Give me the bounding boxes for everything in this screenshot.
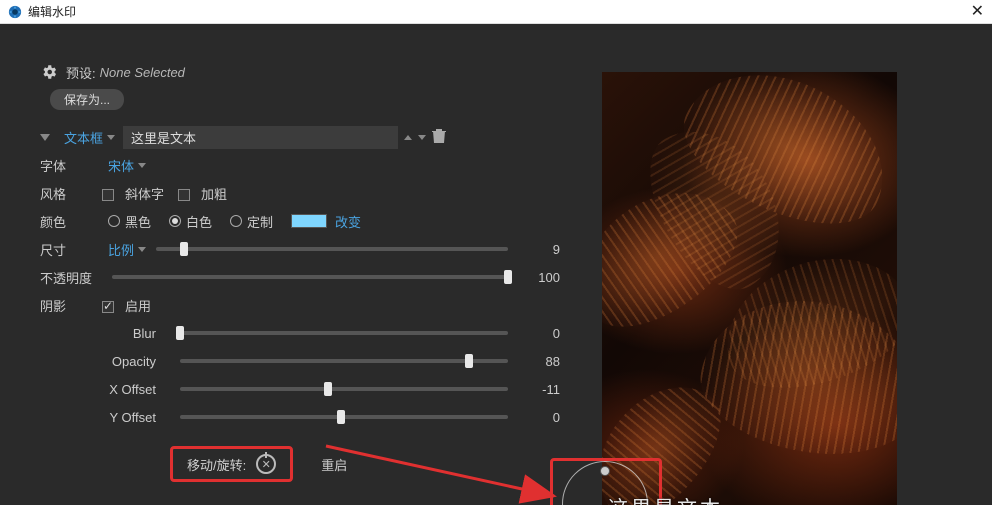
size-mode-dropdown[interactable]: 比例: [108, 240, 146, 259]
xoffset-slider[interactable]: [180, 387, 508, 391]
bold-checkbox[interactable]: 加粗: [178, 184, 241, 203]
restart-button[interactable]: 重启: [321, 455, 347, 474]
preset-value: None Selected: [100, 65, 185, 80]
shadow-opacity-value: 88: [518, 354, 560, 369]
color-custom-radio[interactable]: 定制: [230, 212, 273, 231]
move-rotate-label: 移动/旋转:: [187, 455, 246, 474]
color-label: 颜色: [40, 212, 102, 231]
italic-checkbox[interactable]: 斜体字: [102, 184, 178, 203]
watermark-text-input[interactable]: [123, 126, 398, 149]
shadow-label: 阴影: [40, 296, 102, 315]
shadow-enable-checkbox[interactable]: 启用: [102, 296, 165, 315]
yoffset-slider[interactable]: [180, 415, 508, 419]
preview-image[interactable]: [602, 72, 897, 505]
close-icon[interactable]: ✕: [971, 5, 984, 19]
xoffset-label: X Offset: [40, 382, 170, 397]
shadow-opacity-slider[interactable]: [180, 359, 508, 363]
style-label: 风格: [40, 184, 102, 203]
move-target-icon[interactable]: ✕: [256, 454, 276, 474]
size-value: 9: [518, 242, 560, 257]
font-label: 字体: [40, 156, 102, 175]
save-as-button[interactable]: 保存为...: [50, 89, 124, 110]
color-white-radio[interactable]: 白色: [169, 212, 212, 231]
app-icon: [8, 5, 22, 19]
color-change-link[interactable]: 改变: [335, 212, 361, 231]
shadow-opacity-label: Opacity: [40, 354, 170, 369]
move-up-icon[interactable]: [404, 135, 412, 140]
xoffset-value: -11: [518, 382, 560, 397]
collapse-icon[interactable]: [40, 134, 50, 141]
opacity-slider[interactable]: [112, 275, 508, 279]
opacity-label: 不透明度: [40, 268, 102, 287]
font-dropdown[interactable]: 宋体: [108, 156, 146, 175]
titlebar: 编辑水印 ✕: [0, 0, 992, 24]
annotation-move-box: 移动/旋转: ✕: [170, 446, 293, 482]
yoffset-value: 0: [518, 410, 560, 425]
opacity-value: 100: [518, 270, 560, 285]
color-swatch[interactable]: [291, 214, 327, 228]
watermark-rotate-handle[interactable]: [600, 466, 610, 476]
trash-icon[interactable]: [432, 128, 446, 147]
move-down-icon[interactable]: [418, 135, 426, 140]
size-slider[interactable]: [156, 247, 508, 251]
watermark-preview-text[interactable]: 这里是文本: [608, 492, 723, 505]
blur-value: 0: [518, 326, 560, 341]
preset-label: 预设:: [66, 63, 96, 82]
size-label: 尺寸: [40, 240, 102, 259]
window-title: 编辑水印: [28, 3, 76, 20]
yoffset-label: Y Offset: [40, 410, 170, 425]
color-black-radio[interactable]: 黑色: [108, 212, 151, 231]
gear-icon[interactable]: [40, 63, 58, 81]
blur-slider[interactable]: [180, 331, 508, 335]
blur-label: Blur: [40, 326, 170, 341]
textbox-dropdown[interactable]: 文本框: [64, 128, 115, 147]
